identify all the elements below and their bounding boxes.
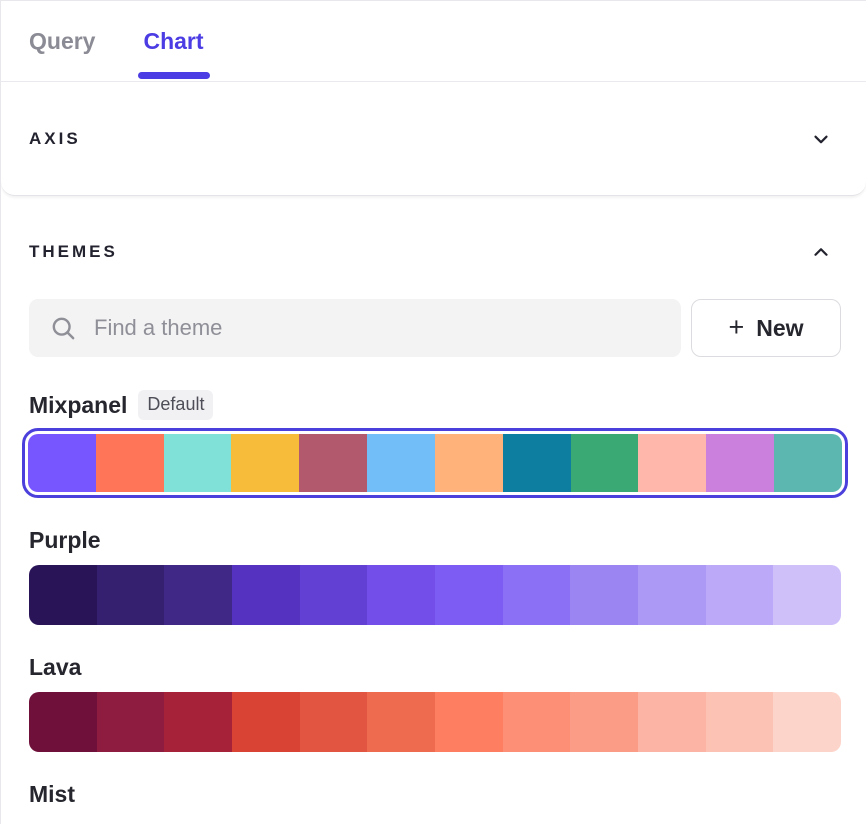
swatch-7: [435, 565, 503, 625]
theme-swatches: [29, 565, 841, 625]
swatch-7: [435, 692, 503, 752]
active-tab-underline: [138, 72, 210, 79]
theme-swatches: [29, 692, 841, 752]
plus-icon: +: [728, 314, 744, 341]
swatch-9: [570, 565, 638, 625]
tab-chart-label: Chart: [143, 28, 203, 55]
swatch-1: [29, 565, 97, 625]
theme-list: Mixpanel Default Purple Lava Mist: [1, 390, 866, 808]
theme-label-row: Purple: [29, 527, 841, 554]
swatch-12: [773, 692, 841, 752]
top-card: Query Chart AXIS: [1, 1, 866, 196]
theme-item-mixpanel: Mixpanel Default: [29, 390, 841, 498]
swatch-4: [232, 692, 300, 752]
swatch-6: [367, 434, 435, 492]
theme-swatch-row[interactable]: [22, 428, 848, 498]
swatch-2: [97, 692, 165, 752]
axis-section-header[interactable]: AXIS: [1, 82, 866, 195]
tab-chart[interactable]: Chart: [143, 1, 203, 81]
theme-label-row: Mist: [29, 781, 841, 808]
swatch-12: [773, 565, 841, 625]
swatch-7: [435, 434, 503, 492]
theme-search-box[interactable]: [29, 299, 681, 357]
theme-name: Purple: [29, 527, 101, 554]
swatch-8: [503, 565, 571, 625]
swatch-4: [231, 434, 299, 492]
swatch-1: [29, 692, 97, 752]
theme-swatch-row[interactable]: [29, 692, 841, 752]
swatch-3: [164, 692, 232, 752]
theme-item-lava: Lava: [29, 654, 841, 752]
themes-section: THEMES + New MixpanelDefaultPurpleLavaMi…: [1, 196, 866, 808]
search-icon: [49, 314, 78, 343]
swatch-11: [706, 692, 774, 752]
theme-label-row: Lava: [29, 654, 841, 681]
axis-section-title: AXIS: [29, 129, 81, 149]
swatch-3: [164, 565, 232, 625]
new-theme-button[interactable]: + New: [691, 299, 841, 357]
swatch-10: [638, 565, 706, 625]
theme-name: Mixpanel: [29, 392, 127, 419]
swatch-6: [367, 565, 435, 625]
swatch-2: [97, 565, 165, 625]
themes-section-title: THEMES: [29, 242, 118, 262]
swatch-10: [638, 692, 706, 752]
swatch-2: [96, 434, 164, 492]
swatch-5: [300, 692, 368, 752]
tab-bar: Query Chart: [1, 1, 866, 82]
swatch-12: [774, 434, 842, 492]
chart-settings-panel: Query Chart AXIS THEMES: [0, 0, 866, 824]
tab-query-label: Query: [29, 28, 95, 55]
theme-name: Lava: [29, 654, 81, 681]
swatch-11: [706, 565, 774, 625]
swatch-9: [571, 434, 639, 492]
swatch-8: [503, 692, 571, 752]
swatch-9: [570, 692, 638, 752]
swatch-5: [299, 434, 367, 492]
theme-default-badge: Default: [138, 390, 213, 420]
chevron-up-icon[interactable]: [810, 241, 832, 263]
theme-name: Mist: [29, 781, 75, 808]
swatch-3: [164, 434, 232, 492]
swatch-8: [503, 434, 571, 492]
theme-search-row: + New: [1, 299, 866, 357]
theme-item-purple: Purple: [29, 527, 841, 625]
swatch-4: [232, 565, 300, 625]
chevron-down-icon[interactable]: [810, 128, 832, 150]
theme-swatch-row[interactable]: [29, 565, 841, 625]
swatch-10: [638, 434, 706, 492]
theme-item-mist: Mist: [29, 781, 841, 808]
new-theme-button-label: New: [756, 315, 803, 342]
swatch-11: [706, 434, 774, 492]
tab-query[interactable]: Query: [29, 1, 95, 81]
theme-label-row: Mixpanel Default: [29, 390, 841, 420]
themes-section-header[interactable]: THEMES: [1, 232, 866, 272]
theme-search-input[interactable]: [94, 315, 665, 341]
theme-swatches: [28, 434, 842, 492]
swatch-6: [367, 692, 435, 752]
swatch-5: [300, 565, 368, 625]
swatch-1: [28, 434, 96, 492]
